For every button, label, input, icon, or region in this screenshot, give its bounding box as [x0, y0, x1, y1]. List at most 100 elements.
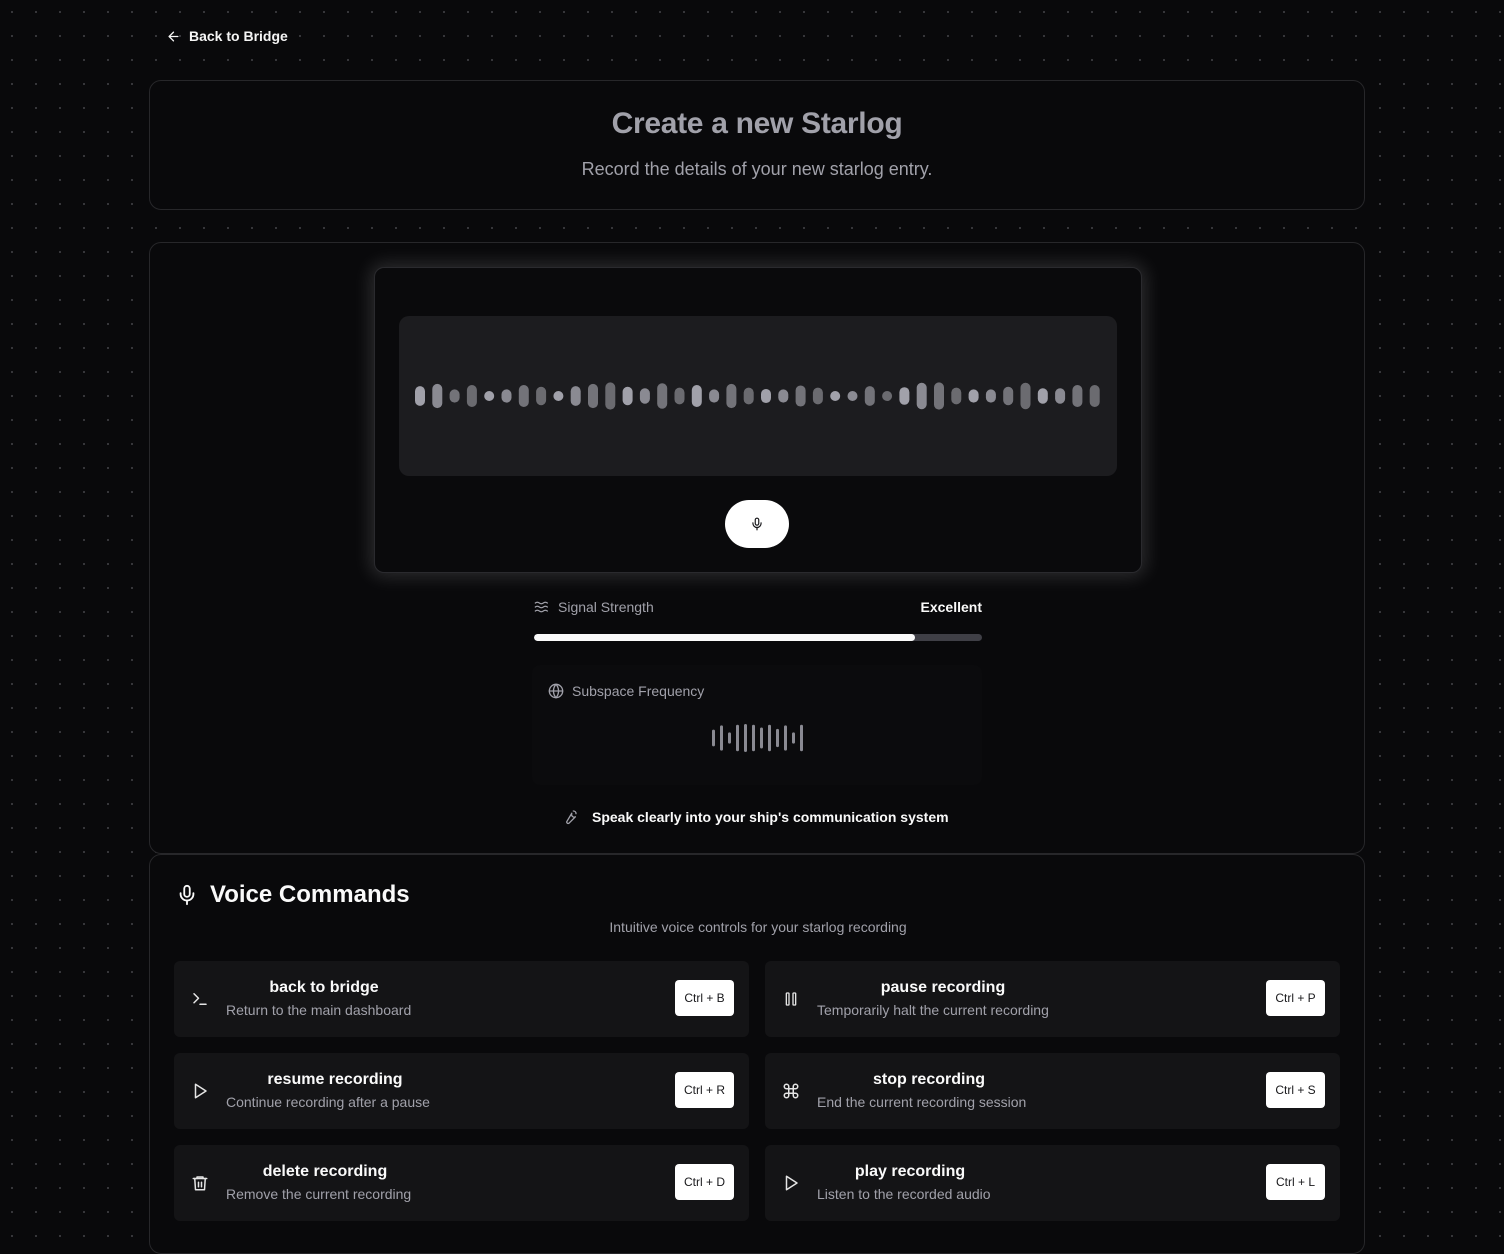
command-description: Listen to the recorded audio — [817, 1186, 991, 1202]
frequency-bar — [768, 724, 771, 752]
recording-hint-text: Speak clearly into your ship's communica… — [592, 809, 949, 825]
waveform-bar — [830, 391, 841, 401]
frequency-bar — [752, 724, 755, 752]
signal-strength-bar — [534, 634, 982, 641]
wrench-icon — [566, 810, 577, 825]
frequency-bar — [800, 724, 803, 752]
waveform-bar — [553, 391, 564, 401]
frequency-bar — [784, 725, 787, 751]
waveform-bar — [657, 383, 668, 409]
pause-icon — [781, 989, 801, 1009]
waveform-bar — [536, 386, 547, 406]
waveform-display — [399, 316, 1117, 476]
waveform-bar — [778, 389, 789, 403]
frequency-bar — [728, 732, 731, 744]
frequency-bar — [744, 724, 747, 752]
waveform-bar — [1055, 388, 1066, 404]
waveform-bar — [968, 389, 979, 403]
waveform-bar — [466, 385, 477, 407]
command-name: back to bridge — [269, 979, 379, 996]
command-name: resume recording — [267, 1071, 403, 1088]
command-description: Continue recording after a pause — [226, 1094, 430, 1110]
shortcut-key[interactable]: Ctrl + D — [675, 1164, 734, 1200]
frequency-bar — [736, 724, 739, 752]
waveform-bar — [882, 391, 893, 401]
waveform-bar — [951, 387, 962, 405]
play-icon — [190, 1081, 210, 1101]
command-description: Return to the main dashboard — [226, 1002, 412, 1018]
microphone-icon — [179, 884, 195, 906]
frequency-bar — [760, 727, 763, 749]
recorder-card: Signal Strength Excellent Subspace Frequ… — [149, 242, 1365, 854]
globe-icon — [548, 683, 564, 699]
play-icon — [781, 1173, 801, 1193]
subspace-frequency-label: Subspace Frequency — [548, 683, 704, 699]
waveform-bar — [864, 386, 875, 406]
command-description: End the current recording session — [817, 1094, 1027, 1110]
waveform-bar — [415, 386, 425, 406]
shortcut-key[interactable]: Ctrl + B — [675, 980, 734, 1016]
waveform-bar — [1089, 385, 1100, 407]
command-icon — [781, 1081, 801, 1101]
waveform-bar — [795, 385, 806, 407]
frequency-bar — [712, 729, 715, 747]
shortcut-key[interactable]: Ctrl + R — [675, 1072, 734, 1108]
voice-commands-card: Voice Commands Intuitive voice controls … — [149, 854, 1365, 1254]
page-subtitle: Record the details of your new starlog e… — [581, 159, 933, 179]
recorder-panel — [374, 267, 1142, 573]
frequency-bar — [776, 728, 779, 748]
command-name: pause recording — [880, 979, 1006, 996]
command-name: delete recording — [262, 1163, 388, 1180]
shortcut-key[interactable]: Ctrl + L — [1266, 1164, 1325, 1200]
waveform-bar — [674, 387, 685, 405]
waveform-bar — [916, 382, 927, 410]
waveform-bar — [1037, 388, 1048, 404]
command-name: play recording — [854, 1163, 966, 1180]
command-back-to-bridge[interactable]: back to bridge Return to the main dashbo… — [174, 961, 749, 1037]
command-name: stop recording — [872, 1071, 985, 1088]
trash-icon — [190, 1173, 210, 1193]
signal-strength-text: Signal Strength — [558, 599, 654, 615]
frequency-bar — [792, 732, 795, 744]
waveform-bar — [743, 387, 754, 405]
waveform-bar — [761, 388, 771, 404]
waveform-bar — [622, 386, 633, 406]
record-button[interactable] — [725, 500, 789, 548]
recording-hint: Speak clearly into your ship's communica… — [562, 809, 949, 825]
voice-commands-title: Voice Commands — [210, 881, 410, 908]
waveform-bar — [934, 382, 944, 410]
signal-strength-label: Signal Strength — [534, 599, 654, 615]
subspace-frequency-text: Subspace Frequency — [572, 683, 705, 699]
waveform-bar — [1003, 386, 1014, 406]
waveform-bar — [449, 389, 460, 403]
command-stop-recording[interactable]: stop recording End the current recording… — [765, 1053, 1340, 1129]
command-delete-recording[interactable]: delete recording Remove the current reco… — [174, 1145, 749, 1221]
shortcut-key[interactable]: Ctrl + S — [1266, 1072, 1325, 1108]
waveform-bar — [432, 383, 443, 409]
waveform-bar — [501, 389, 512, 403]
waveform-bar — [709, 389, 720, 403]
command-description: Temporarily halt the current recording — [817, 1002, 1049, 1018]
waveform-bar — [518, 385, 529, 407]
waveform-graphic — [415, 382, 1100, 410]
command-pause-recording[interactable]: pause recording Temporarily halt the cur… — [765, 961, 1340, 1037]
shortcut-key[interactable]: Ctrl + P — [1266, 980, 1325, 1016]
command-play-recording[interactable]: play recording Listen to the recorded au… — [765, 1145, 1340, 1221]
waveform-bar — [691, 385, 702, 407]
waveform-bar — [570, 386, 581, 406]
command-resume-recording[interactable]: resume recording Continue recording afte… — [174, 1053, 749, 1129]
waveform-bar — [899, 387, 910, 405]
frequency-bar — [720, 725, 723, 751]
arrow-left-icon — [168, 31, 179, 41]
signal-strength-value: Excellent — [920, 599, 982, 615]
back-to-bridge-link[interactable]: Back to Bridge — [166, 28, 288, 44]
terminal-icon — [190, 989, 210, 1009]
waves-icon — [534, 601, 548, 613]
waveform-bar — [985, 389, 996, 403]
waveform-bar — [484, 391, 495, 401]
page-title: Create a new Starlog — [611, 107, 903, 140]
back-link-label: Back to Bridge — [189, 28, 288, 44]
waveform-bar — [639, 388, 650, 404]
command-description: Remove the current recording — [226, 1186, 412, 1202]
waveform-bar — [588, 383, 598, 409]
